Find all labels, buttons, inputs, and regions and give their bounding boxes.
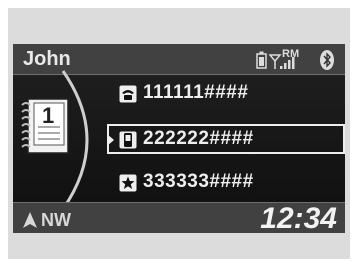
clock: 12:34 [260,202,337,233]
roaming-indicator: RM [282,48,299,60]
phonebook-entry-selected[interactable]: 222222#### [107,124,345,154]
scroll-arc [61,70,89,210]
status-indicators: RM [255,47,341,73]
phone-number: 222222#### [143,128,254,149]
audio-display-screen: John RM 1 111111#### 222222#### 333333##… [13,44,345,233]
home-phone-icon [119,85,137,103]
phone-battery-icon [256,51,267,69]
phonebook-entry[interactable]: 111111#### [113,79,333,109]
phonebook-entry[interactable]: 333333#### [113,168,333,198]
phone-number: 111111#### [143,82,249,103]
bluetooth-icon [320,50,334,70]
compass-heading: NW [41,210,71,230]
footer-bar: NW 12:34 [13,202,345,233]
compass-arrow-icon [23,212,37,228]
phone-number: 333333#### [143,171,254,192]
phonebook-panel: 1 111111#### 222222#### 333333#### [13,70,345,210]
star-favorite-icon [119,174,137,192]
contact-name: John [23,48,71,70]
selection-arrow-icon [107,134,114,146]
compass-indicator: NW [23,209,93,231]
mobile-phone-icon [119,131,137,149]
